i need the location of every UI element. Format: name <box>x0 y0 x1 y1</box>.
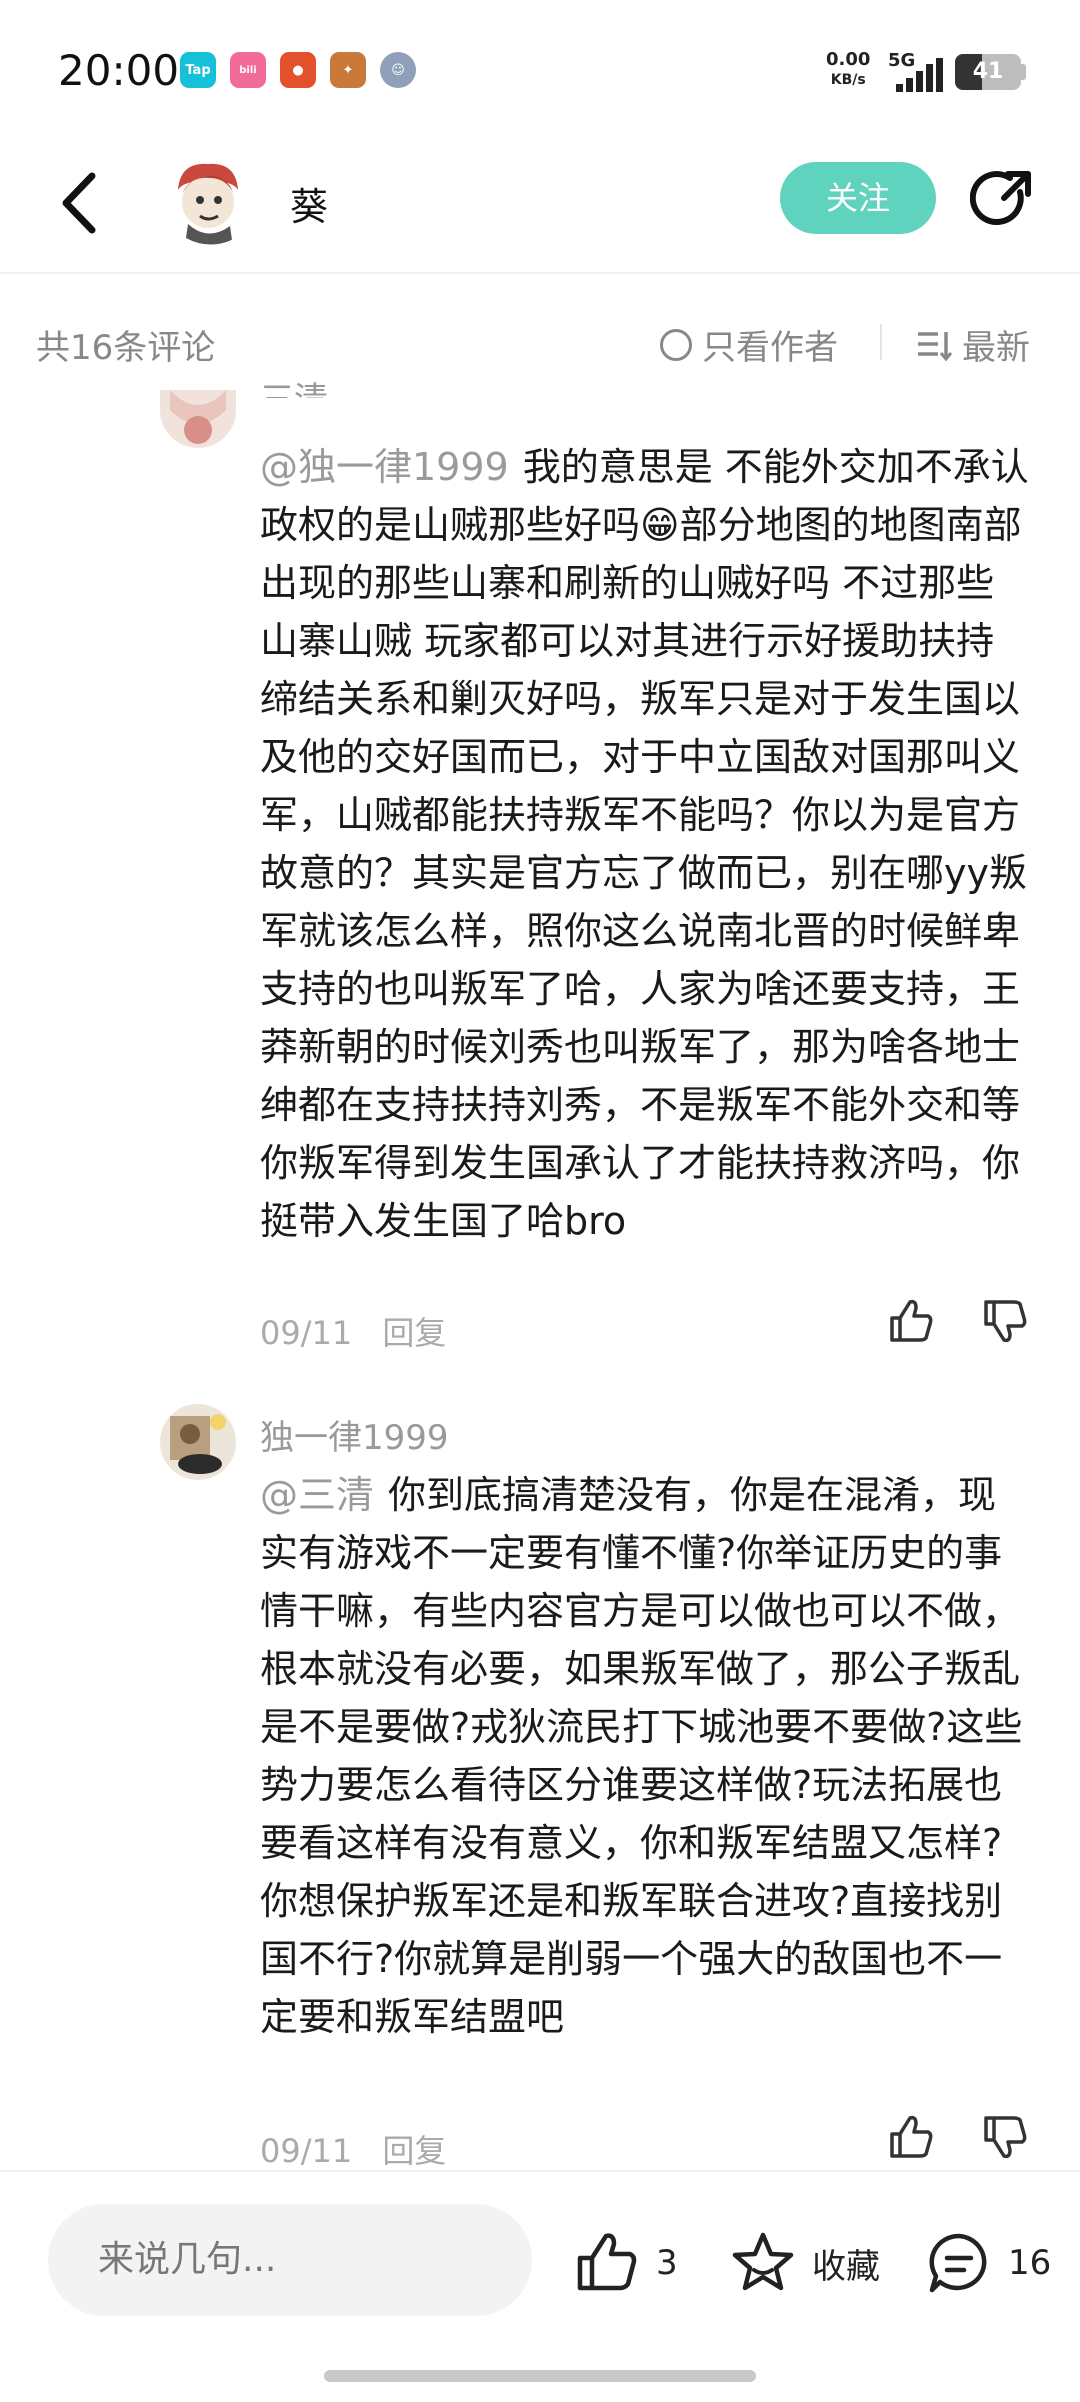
radio-unchecked-icon <box>660 328 692 361</box>
author-avatar[interactable] <box>160 150 256 246</box>
battery-tip <box>1021 64 1026 80</box>
battery-level: 41 <box>972 59 1004 84</box>
mention-link[interactable]: @三清 <box>260 1473 374 1517</box>
commenter-name[interactable]: 三清 <box>260 376 328 398</box>
battery-icon: 41 <box>955 54 1021 90</box>
like-icon[interactable] <box>886 2112 936 2162</box>
signal-icon <box>896 58 943 92</box>
status-bar: 20:00 Tap bili ● ✦ ☺ 0.00 KB/s 5G 41 <box>0 0 1080 140</box>
network-speed-unit: KB/s <box>830 72 866 88</box>
favorite-button[interactable]: 收藏 <box>730 2230 880 2296</box>
favorite-label: 收藏 <box>812 2246 880 2287</box>
back-arrow-icon[interactable] <box>52 168 108 238</box>
comment-bubble-icon <box>929 2233 987 2293</box>
commenter-avatar[interactable] <box>160 1404 236 1480</box>
comment-item: 独一律1999 @三清 你到底搞清楚没有，你是在混淆，现实有游戏不一定要有懂不懂?… <box>0 1404 1080 2184</box>
commenter-avatar-image <box>160 1404 236 1480</box>
notification-app-icons: Tap bili ● ✦ ☺ <box>180 52 416 88</box>
only-author-toggle[interactable]: 只看作者 <box>660 320 838 369</box>
divider <box>880 324 882 360</box>
thumb-up-icon <box>577 2233 637 2291</box>
author-avatar-image <box>160 150 256 246</box>
comment-body: 我的意思是 不能外交加不承认政权的是山贼那些好吗😁部分地图的地图南部出现的那些山… <box>260 445 1029 1243</box>
comment-text: @三清 你到底搞清楚没有，你是在混淆，现实有游戏不一定要有懂不懂?你举证历史的事情… <box>260 1466 1030 2046</box>
sort-label: 最新 <box>962 328 1030 368</box>
comment-meta: 09/11 回复 <box>260 1308 466 1354</box>
share-icon[interactable] <box>970 166 1036 232</box>
dislike-icon[interactable] <box>980 2112 1030 2162</box>
like-icon[interactable] <box>886 1296 936 1346</box>
follow-button[interactable]: 关注 <box>780 162 936 234</box>
mention-link[interactable]: @独一律1999 <box>260 445 509 489</box>
comment-body: 你到底搞清楚没有，你是在混淆，现实有游戏不一定要有懂不懂?你举证历史的事情干嘛，… <box>260 1473 1023 2039</box>
comment-text: @独一律1999 我的意思是 不能外交加不承认政权的是山贼那些好吗😁部分地图的地图… <box>260 438 1030 1250</box>
avatar-app-icon: ☺ <box>380 52 416 88</box>
comment-item: 三清 @独一律1999我的意思是 不能外交加不承认政权的是山贼那些好吗😁部分地图… <box>0 380 1080 1390</box>
sort-icon <box>918 331 952 361</box>
comment-count-badge: 16 <box>1008 2243 1052 2283</box>
game-avatar-app-icon: ✦ <box>330 52 366 88</box>
comment-meta: 09/11 回复 <box>260 2126 466 2172</box>
taptap-app-icon: Tap <box>180 52 216 88</box>
status-time: 20:00 <box>58 46 180 95</box>
commenter-avatar[interactable] <box>160 390 236 448</box>
like-button[interactable]: 3 <box>574 2230 678 2296</box>
only-author-label: 只看作者 <box>702 328 838 368</box>
comment-date: 09/11 <box>260 1314 353 1352</box>
network-speed: 0.00 KB/s <box>826 50 870 90</box>
comment-input[interactable]: 来说几句... <box>48 2204 532 2316</box>
comments-button[interactable]: 16 <box>926 2230 1051 2296</box>
bottom-action-bar: 来说几句... 3 收藏 16 <box>0 2170 1080 2402</box>
comment-count: 共16条评论 <box>36 328 216 368</box>
author-name[interactable]: 葵 <box>290 176 328 231</box>
commenter-name[interactable]: 独一律1999 <box>260 1410 449 1459</box>
comment-date: 09/11 <box>260 2132 353 2170</box>
like-count: 3 <box>656 2243 678 2283</box>
sort-button[interactable]: 最新 <box>916 320 1030 369</box>
network-speed-value: 0.00 <box>826 49 871 70</box>
home-indicator[interactable] <box>324 2370 756 2382</box>
bilibili-app-icon: bili <box>230 52 266 88</box>
reply-button[interactable]: 回复 <box>382 1314 446 1352</box>
game-app-icon: ● <box>280 52 316 88</box>
reply-button[interactable]: 回复 <box>382 2132 446 2170</box>
commenter-avatar-image <box>160 390 236 448</box>
post-header: 葵 关注 <box>0 140 1080 274</box>
star-icon <box>732 2232 794 2291</box>
dislike-icon[interactable] <box>980 1296 1030 1346</box>
